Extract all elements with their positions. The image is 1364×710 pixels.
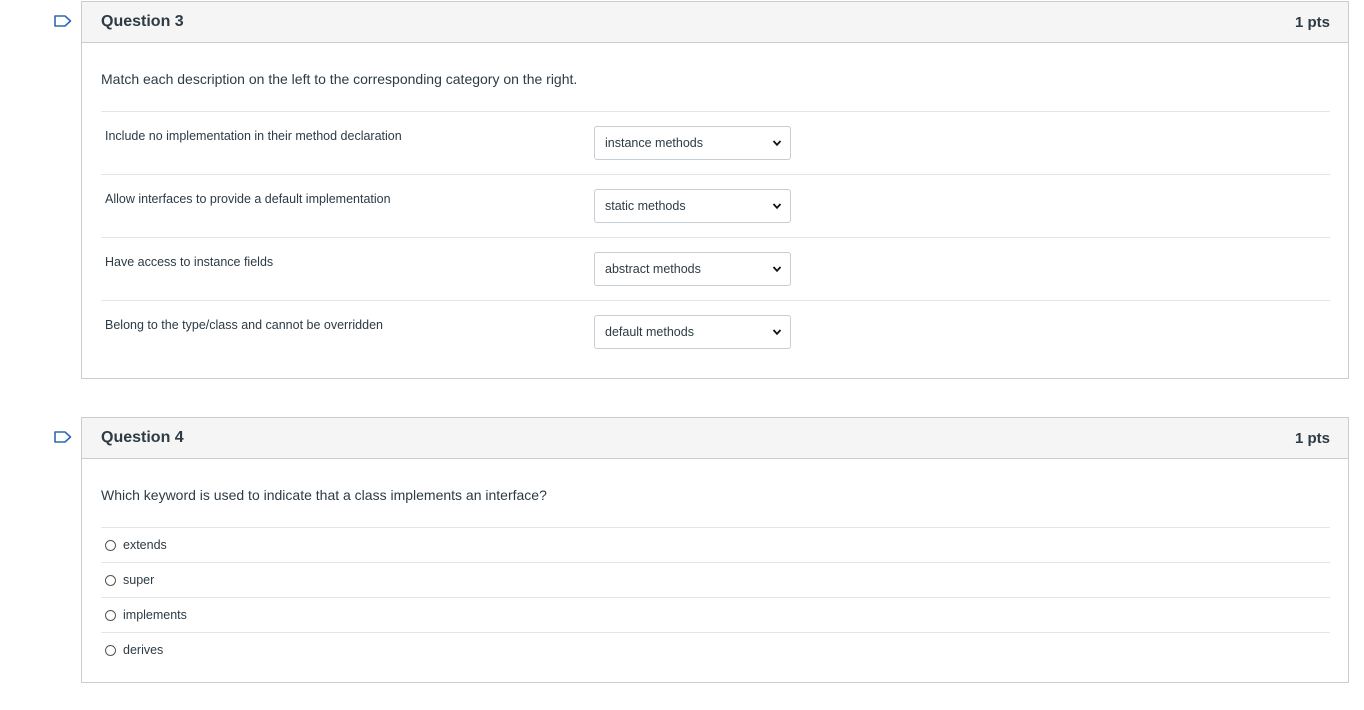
chevron-down-icon	[772, 329, 782, 336]
match-dropdown[interactable]: default methods	[594, 315, 791, 349]
radio-button[interactable]	[105, 644, 116, 656]
match-row: Have access to instance fields abstract …	[101, 238, 1330, 301]
match-row: Include no implementation in their metho…	[101, 112, 1330, 175]
question-prompt: Match each description on the left to th…	[101, 43, 1330, 112]
dropdown-selected-value: default methods	[605, 325, 694, 339]
match-description: Belong to the type/class and cannot be o…	[105, 318, 383, 332]
chevron-down-icon	[772, 266, 782, 273]
question-title: Question 4	[101, 429, 184, 446]
answer-option[interactable]: extends	[101, 528, 1330, 563]
chevron-down-icon	[772, 140, 782, 147]
dropdown-selected-value: instance methods	[605, 136, 703, 150]
question-4-body: Which keyword is used to indicate that a…	[82, 459, 1348, 667]
answer-label: extends	[123, 538, 167, 552]
match-description: Have access to instance fields	[105, 255, 274, 269]
radio-button[interactable]	[105, 574, 116, 586]
question-title: Question 3	[101, 13, 184, 30]
question-3-header: Question 3 1 pts	[82, 2, 1348, 43]
chevron-down-icon	[772, 203, 782, 210]
dropdown-selected-value: abstract methods	[605, 262, 701, 276]
question-points: 1 pts	[1294, 13, 1330, 31]
answer-label: super	[123, 573, 155, 587]
match-row: Belong to the type/class and cannot be o…	[101, 301, 1330, 363]
match-dropdown[interactable]: abstract methods	[594, 252, 791, 286]
match-row: Allow interfaces to provide a default im…	[101, 175, 1330, 238]
dropdown-selected-value: static methods	[605, 199, 686, 213]
match-dropdown[interactable]: static methods	[594, 189, 791, 223]
radio-button[interactable]	[105, 539, 116, 551]
question-3-body: Match each description on the left to th…	[82, 43, 1348, 363]
radio-button[interactable]	[105, 609, 116, 621]
match-dropdown[interactable]: instance methods	[594, 126, 791, 160]
answer-option[interactable]: derives	[101, 633, 1330, 667]
question-4-header: Question 4 1 pts	[82, 418, 1348, 459]
flag-question-4-icon[interactable]	[54, 431, 72, 443]
flag-question-3-icon[interactable]	[54, 15, 72, 27]
match-description: Include no implementation in their metho…	[105, 129, 402, 143]
question-4-card: Question 4 1 pts Which keyword is used t…	[81, 417, 1349, 683]
answer-option[interactable]: super	[101, 563, 1330, 598]
match-description: Allow interfaces to provide a default im…	[105, 192, 391, 206]
answer-option[interactable]: implements	[101, 598, 1330, 633]
question-3-card: Question 3 1 pts Match each description …	[81, 1, 1349, 379]
answer-label: derives	[123, 643, 164, 657]
question-points: 1 pts	[1294, 429, 1330, 447]
quiz-page: Question 3 1 pts Match each description …	[0, 0, 1364, 710]
question-prompt: Which keyword is used to indicate that a…	[101, 459, 1330, 528]
answer-label: implements	[123, 608, 187, 622]
